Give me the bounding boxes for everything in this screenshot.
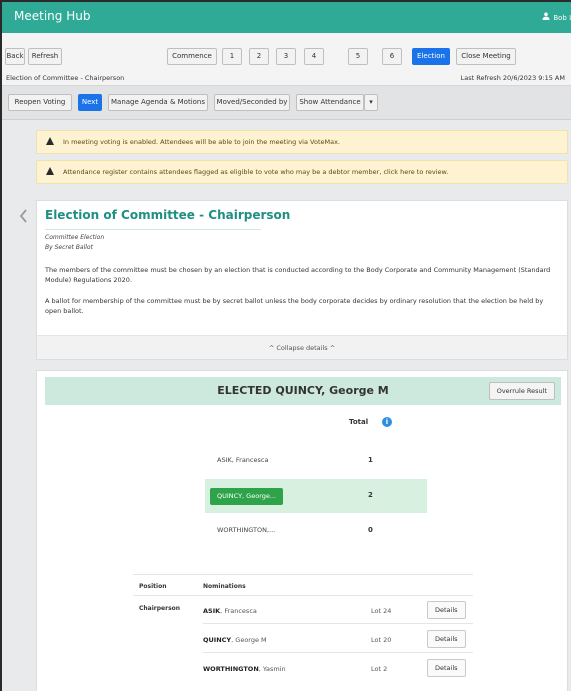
motion-card: Election of Committee - Chairperson Comm…: [36, 200, 568, 360]
user-icon: [542, 12, 550, 22]
refresh-button[interactable]: Refresh: [28, 48, 62, 65]
alert-text: In meeting voting is enabled. Attendees …: [63, 138, 341, 146]
step-5-button[interactable]: 5: [348, 48, 368, 65]
nominee-name: QUINCY, George M: [203, 636, 267, 644]
nominee-lot: Lot 20: [371, 636, 392, 644]
details-button[interactable]: Details: [427, 630, 466, 648]
last-refresh: Last Refresh 20/6/2023 9:15 AM: [460, 74, 565, 82]
motion-paragraph: A ballot for membership of the committee…: [45, 297, 544, 315]
breadcrumb: Election of Committee - Chairperson: [6, 74, 125, 82]
result-card: ELECTED QUINCY, George M Overrule Result…: [36, 370, 568, 691]
nominee-given: Yasmin: [262, 665, 286, 673]
candidate-total: 1: [368, 456, 373, 464]
user-name: Bob L: [553, 14, 571, 22]
title-underline: [45, 229, 261, 230]
details-button[interactable]: Details: [427, 659, 466, 677]
candidate-name: WORTHINGTON,...: [217, 526, 276, 534]
nominee-lot: Lot 2: [371, 665, 388, 673]
alert-text: Attendance register contains attendees f…: [63, 168, 449, 176]
debtor-alert[interactable]: Attendance register contains attendees f…: [36, 160, 568, 190]
nomination-row: WORTHINGTON, Yasmin Lot 2 Details: [133, 659, 473, 681]
close-meeting-button[interactable]: Close Meeting: [456, 48, 516, 65]
total-header: Total: [349, 418, 369, 426]
motion-title: Election of Committee - Chairperson: [45, 208, 291, 222]
chevron-left-icon[interactable]: [18, 208, 28, 228]
back-button[interactable]: Back: [5, 48, 25, 65]
candidate-total: 2: [368, 491, 373, 499]
step-3-button[interactable]: 3: [276, 48, 296, 65]
moved-seconded-button[interactable]: Moved/Seconded by: [214, 94, 290, 111]
show-attendance-button[interactable]: Show Attendance: [296, 94, 364, 111]
overrule-result-button[interactable]: Overrule Result: [488, 382, 555, 400]
candidate-row-elected: QUINCY, George... 2: [205, 479, 427, 513]
nomination-row: QUINCY, George M Lot 20 Details: [133, 630, 473, 652]
candidate-row: ASIK, Francesca 1: [205, 444, 427, 478]
nominee-surname: WORTHINGTON: [203, 665, 259, 673]
divider: [133, 574, 473, 575]
nominee-surname: ASIK: [203, 607, 221, 615]
candidate-row: WORTHINGTON,... 0: [205, 514, 427, 548]
next-button[interactable]: Next: [78, 94, 102, 111]
warning-icon: [46, 137, 54, 160]
details-button[interactable]: Details: [427, 601, 466, 619]
nominee-name: WORTHINGTON, Yasmin: [203, 665, 286, 673]
top-bar: Meeting Hub Bob L: [2, 2, 571, 33]
nominations-header: Nominations: [203, 583, 246, 590]
divider: [203, 623, 473, 624]
collapse-details-button[interactable]: ^ Collapse details ^: [37, 335, 567, 359]
step-6-button[interactable]: 6: [382, 48, 402, 65]
more-dropdown-button[interactable]: ▾: [364, 94, 378, 111]
motion-type: Committee Election: [45, 234, 105, 241]
manage-agenda-button[interactable]: Manage Agenda & Motions: [108, 94, 208, 111]
nominee-surname: QUINCY: [203, 636, 232, 644]
elected-text: ELECTED QUINCY, George M: [217, 384, 389, 397]
warning-icon: [46, 167, 54, 190]
info-icon[interactable]: i: [382, 417, 392, 427]
reopen-voting-button[interactable]: Reopen Voting: [8, 94, 72, 111]
step-2-button[interactable]: 2: [249, 48, 269, 65]
ballot-method: By Secret Ballot: [45, 244, 93, 251]
elected-candidate-button[interactable]: QUINCY, George...: [210, 488, 284, 505]
motion-paragraph: The members of the committee must be cho…: [45, 266, 551, 284]
result-banner: ELECTED QUINCY, George M Overrule Result: [45, 377, 561, 405]
nominee-given: Francesca: [224, 607, 257, 615]
nominee-given: George M: [235, 636, 267, 644]
voting-enabled-alert: In meeting voting is enabled. Attendees …: [36, 130, 568, 160]
divider: [203, 652, 473, 653]
nominee-name: ASIK, Francesca: [203, 607, 257, 615]
app-window: Meeting Hub Bob L Back Refresh Commence …: [0, 0, 571, 691]
app-title: Meeting Hub: [14, 9, 91, 23]
step-4-button[interactable]: 4: [304, 48, 324, 65]
commence-button[interactable]: Commence: [167, 48, 217, 65]
candidate-total: 0: [368, 526, 373, 534]
nominee-lot: Lot 24: [371, 607, 392, 615]
position-header: Position: [139, 583, 167, 590]
nomination-row: ASIK, Francesca Lot 24 Details: [133, 601, 473, 623]
divider: [133, 595, 473, 596]
election-button[interactable]: Election: [412, 48, 450, 65]
user-menu[interactable]: Bob L: [542, 12, 571, 22]
step-1-button[interactable]: 1: [222, 48, 242, 65]
candidate-name: ASIK, Francesca: [217, 456, 269, 464]
